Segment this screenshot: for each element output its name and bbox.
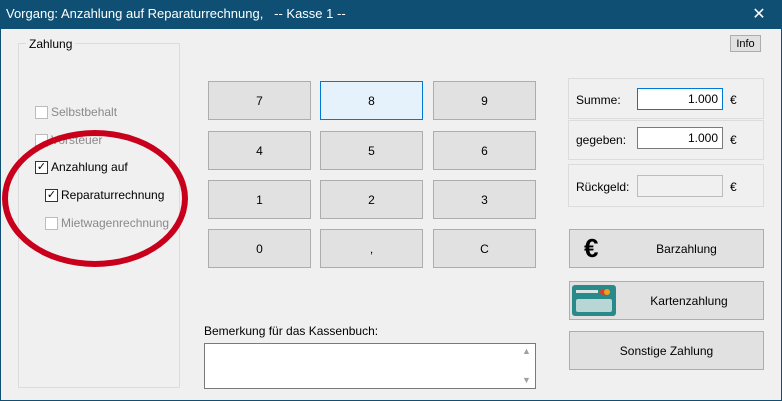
gegeben-currency: € bbox=[730, 133, 737, 147]
credit-card-icon bbox=[572, 285, 616, 316]
checkbox-label: Anzahlung auf bbox=[51, 160, 128, 174]
key-comma[interactable]: , bbox=[320, 229, 423, 268]
checkbox-label: Mietwagenrechnung bbox=[61, 216, 170, 230]
key-2[interactable]: 2 bbox=[320, 180, 423, 219]
key-1[interactable]: 1 bbox=[208, 180, 311, 219]
checkbox-vorsteuer[interactable]: Vorsteuer bbox=[35, 133, 102, 147]
checkbox-reparaturrechnung[interactable]: ✓ Reparaturrechnung bbox=[45, 188, 164, 202]
checkbox-box[interactable] bbox=[45, 216, 58, 230]
key-7[interactable]: 7 bbox=[208, 81, 311, 120]
key-6[interactable]: 6 bbox=[433, 131, 536, 170]
checkbox-label: Reparaturrechnung bbox=[61, 188, 165, 202]
checkbox-box[interactable] bbox=[35, 105, 48, 119]
checkbox-box[interactable] bbox=[35, 133, 48, 147]
rueckgeld-label: Rückgeld: bbox=[576, 180, 630, 194]
textarea-scrollbar[interactable]: ▲ ▼ bbox=[518, 344, 535, 388]
bemerkung-label: Bemerkung für das Kassenbuch: bbox=[204, 324, 379, 338]
checkbox-selbstbehalt[interactable]: Selbstbehalt bbox=[35, 105, 117, 119]
key-8[interactable]: 8 bbox=[320, 81, 423, 120]
rueckgeld-currency: € bbox=[730, 180, 737, 194]
title-bar: Vorgang: Anzahlung auf Reparaturrechnung… bbox=[0, 0, 782, 29]
scroll-up-icon[interactable]: ▲ bbox=[518, 344, 535, 359]
checkbox-label: Vorsteuer bbox=[51, 133, 103, 147]
close-icon[interactable]: ✕ bbox=[736, 0, 782, 29]
window-title: Vorgang: Anzahlung auf Reparaturrechnung… bbox=[6, 6, 346, 21]
info-button[interactable]: Info bbox=[730, 35, 761, 52]
sonstige-zahlung-button[interactable]: Sonstige Zahlung bbox=[569, 331, 764, 370]
gegeben-input[interactable]: 1.000 bbox=[637, 127, 723, 149]
bemerkung-textarea[interactable]: ▲ ▼ bbox=[204, 343, 536, 389]
rueckgeld-input bbox=[637, 175, 723, 197]
barzahlung-label: Barzahlung bbox=[656, 241, 717, 256]
summe-currency: € bbox=[730, 93, 737, 107]
key-9[interactable]: 9 bbox=[433, 81, 536, 120]
key-3[interactable]: 3 bbox=[433, 180, 536, 219]
summe-label: Summe: bbox=[576, 93, 621, 107]
checkmark-icon[interactable]: ✓ bbox=[35, 160, 48, 174]
checkbox-mietwagenrechnung[interactable]: Mietwagenrechnung bbox=[45, 216, 169, 230]
gegeben-label: gegeben: bbox=[576, 133, 627, 147]
checkbox-anzahlung-auf[interactable]: ✓ Anzahlung auf bbox=[35, 160, 128, 174]
barzahlung-button[interactable]: € Barzahlung bbox=[569, 229, 764, 268]
kartenzahlung-button[interactable]: Kartenzahlung bbox=[569, 281, 764, 320]
zahlung-legend: Zahlung bbox=[26, 37, 76, 51]
checkmark-icon[interactable]: ✓ bbox=[45, 188, 58, 202]
scroll-down-icon[interactable]: ▼ bbox=[518, 373, 535, 388]
euro-icon: € bbox=[584, 233, 599, 263]
kartenzahlung-label: Kartenzahlung bbox=[650, 293, 728, 308]
key-4[interactable]: 4 bbox=[208, 131, 311, 170]
key-0[interactable]: 0 bbox=[208, 229, 311, 268]
key-5[interactable]: 5 bbox=[320, 131, 423, 170]
checkbox-label: Selbstbehalt bbox=[51, 105, 118, 119]
summe-input[interactable]: 1.000 bbox=[637, 88, 723, 110]
key-clear[interactable]: C bbox=[433, 229, 536, 268]
